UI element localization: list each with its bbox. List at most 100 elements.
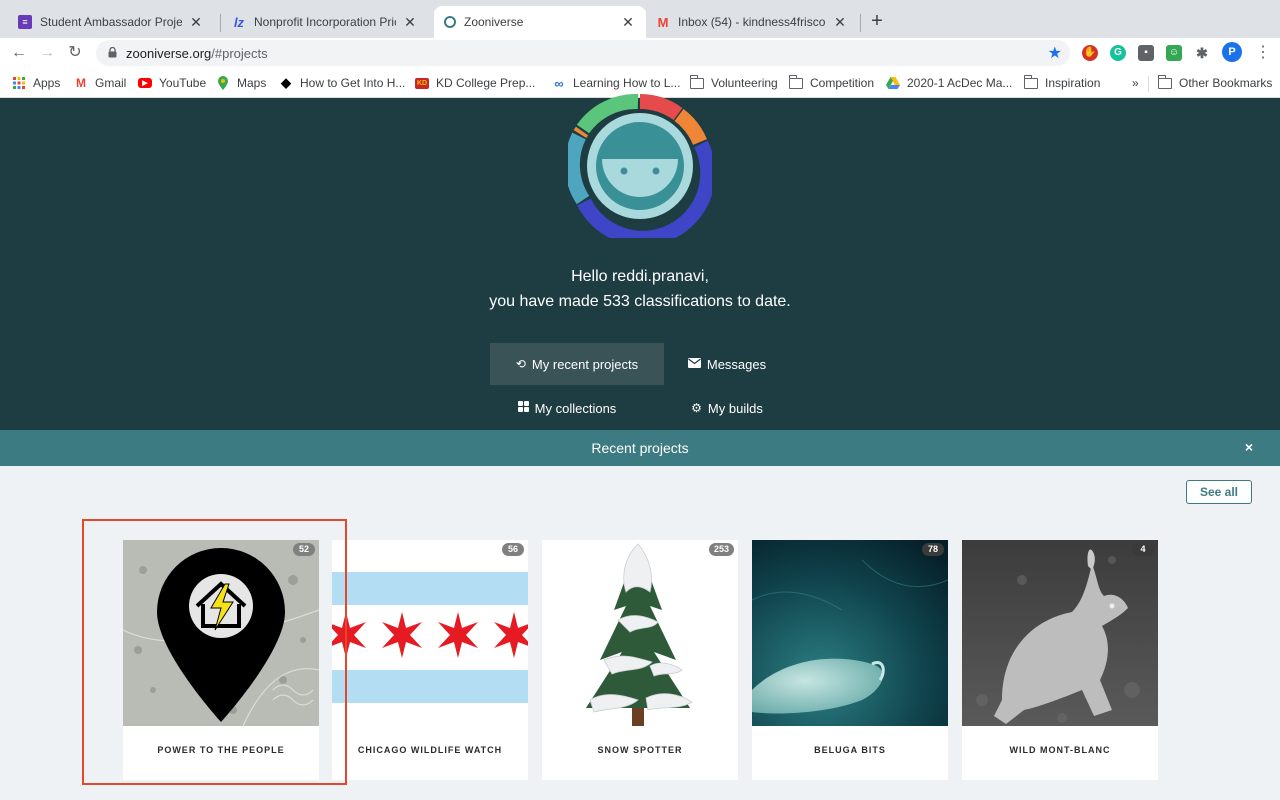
bookmark-divider [1148, 76, 1149, 92]
back-button[interactable]: ← [8, 42, 30, 64]
project-card-chicago-wildlife-watch[interactable]: 56 CHICAGO WILDLIFE WATCH [332, 540, 528, 780]
bookmark-maps[interactable]: Maps [216, 76, 266, 90]
adblock-extension-icon[interactable]: ✋ [1082, 45, 1098, 61]
bookmark-learning-how[interactable]: ∞ Learning How to L... [552, 75, 681, 91]
gear-icon: ⚙ [691, 401, 702, 415]
grammarly-extension-icon[interactable]: G [1110, 45, 1126, 61]
folder-icon [1157, 74, 1172, 90]
zooniverse-icon [444, 16, 456, 28]
bookmark-volunteering[interactable]: Volunteering [689, 74, 778, 90]
youtube-icon: ▶ [138, 78, 152, 88]
classification-count-line: you have made 533 classifications to dat… [489, 293, 791, 310]
section-title: Recent projects [591, 440, 689, 456]
my-collections-button[interactable]: My collections [490, 387, 644, 429]
maps-pin-icon [216, 76, 230, 90]
project-thumbnail [332, 540, 528, 726]
selection-highlight-box [82, 519, 347, 785]
bookmark-label: Volunteering [711, 76, 778, 90]
project-name: SNOW SPOTTER [597, 745, 683, 755]
envelope-icon [687, 357, 701, 371]
messages-button[interactable]: Messages [664, 343, 790, 385]
forward-button[interactable]: → [36, 42, 58, 64]
welcome-message: Hello reddi.pranavi, you have made 533 c… [0, 264, 1280, 314]
reload-button[interactable]: ↻ [64, 42, 86, 64]
tab-student-ambassador[interactable]: ≡ Student Ambassador Project A ✕ [8, 6, 214, 38]
coursera-icon: ∞ [554, 75, 564, 91]
my-builds-button[interactable]: ⚙ My builds [664, 387, 790, 429]
grad-cap-icon: ◆ [281, 75, 291, 90]
bookmark-inspiration[interactable]: Inspiration [1023, 74, 1101, 90]
user-avatar [568, 94, 712, 238]
classification-count-badge: 4 [1132, 543, 1154, 556]
extension-icon[interactable]: ☺ [1166, 45, 1182, 61]
project-thumbnail [962, 540, 1158, 726]
extension-icon[interactable]: ▪ [1138, 45, 1154, 61]
classification-count-badge: 56 [502, 543, 524, 556]
close-tab-icon[interactable]: ✕ [832, 14, 848, 30]
project-card-beluga-bits[interactable]: 78 BELUGA BITS [752, 540, 948, 780]
my-recent-projects-button[interactable]: ⟲ My recent projects [490, 343, 664, 385]
url-text: zooniverse.org/#projects [126, 46, 268, 61]
greeting-line: Hello reddi.pranavi, [571, 268, 709, 285]
bookmark-label: Competition [810, 76, 875, 90]
project-thumbnail [752, 540, 948, 726]
tab-title: Inbox (54) - kindness4frisco@ [678, 15, 826, 29]
profile-avatar[interactable]: P [1222, 42, 1242, 62]
bookmark-star-icon[interactable]: ★ [1048, 43, 1062, 63]
button-label: Messages [706, 356, 767, 372]
bookmark-label: YouTube [159, 76, 207, 90]
forms-icon: ≡ [18, 15, 32, 29]
project-card-snow-spotter[interactable]: 253 SNOW SPOTTER [542, 540, 738, 780]
button-label: My recent projects [531, 356, 639, 372]
project-thumbnail [542, 540, 738, 726]
bookmarks-overflow-button[interactable]: » [1132, 76, 1139, 90]
bookmark-other-bookmarks[interactable]: Other Bookmarks [1157, 74, 1273, 90]
bookmark-apps[interactable]: Apps [12, 76, 60, 90]
bookmark-youtube[interactable]: ▶ YouTube [138, 76, 206, 90]
close-tab-icon[interactable]: ✕ [188, 14, 204, 30]
close-tab-icon[interactable]: ✕ [402, 14, 418, 30]
close-tab-icon[interactable]: ✕ [620, 14, 636, 30]
bookmark-label: Maps [237, 76, 267, 90]
folder-icon [1023, 74, 1038, 90]
bookmark-acdec[interactable]: 2020-1 AcDec Ma... [886, 76, 1012, 90]
new-tab-button[interactable]: + [866, 10, 888, 32]
bookmark-label: Learning How to L... [573, 76, 681, 90]
puzzle-extensions-icon[interactable]: ✱ [1194, 45, 1210, 61]
bookmark-kd-college-prep[interactable]: KD KD College Prep... [415, 76, 535, 90]
bookmark-label: 2020-1 AcDec Ma... [907, 76, 1013, 90]
tab-nonprofit-pricing[interactable]: lz Nonprofit Incorporation Pricing ✕ [222, 6, 428, 38]
gmail-icon: M [76, 76, 86, 90]
gmail-icon: M [657, 14, 669, 30]
apps-grid-icon [12, 76, 26, 90]
menu-kebab-icon[interactable]: ⋮ [1252, 42, 1274, 64]
iz-icon: lz [233, 14, 245, 30]
home-hero: Hello reddi.pranavi, you have made 533 c… [0, 94, 1280, 430]
project-name: WILD MONT-BLANC [1009, 745, 1111, 755]
folder-icon [689, 74, 704, 90]
bookmark-label: How to Get Into H... [300, 76, 406, 90]
bookmark-gmail[interactable]: M Gmail [74, 76, 126, 90]
address-bar[interactable]: zooniverse.org/#projects ★ [96, 40, 1070, 66]
project-name: CHICAGO WILDLIFE WATCH [357, 745, 503, 755]
button-label: My builds [707, 400, 763, 416]
bookmark-competition[interactable]: Competition [788, 74, 875, 90]
tab-zooniverse[interactable]: Zooniverse ✕ [434, 6, 646, 38]
button-label: My collections [534, 400, 617, 416]
url-host: zooniverse.org [126, 46, 212, 61]
see-all-button[interactable]: See all [1186, 480, 1252, 504]
bookmark-how-to-get-into[interactable]: ◆ How to Get Into H... [279, 75, 406, 90]
recent-projects-header: Recent projects × [0, 430, 1280, 466]
bookmark-label: Other Bookmarks [1179, 76, 1273, 90]
bookmark-label: Inspiration [1045, 76, 1101, 90]
url-path: /#projects [211, 46, 268, 61]
bookmark-label: KD College Prep... [436, 76, 536, 90]
drive-icon [886, 76, 900, 90]
grid-icon [517, 401, 529, 415]
classification-count-badge: 78 [922, 543, 944, 556]
project-card-wild-mont-blanc[interactable]: 4 WILD MONT-BLANC [962, 540, 1158, 780]
project-name: BELUGA BITS [814, 745, 886, 755]
close-icon[interactable]: × [1245, 439, 1253, 455]
classification-count-badge: 253 [708, 543, 734, 556]
tab-gmail-inbox[interactable]: M Inbox (54) - kindness4frisco@ ✕ [646, 6, 858, 38]
